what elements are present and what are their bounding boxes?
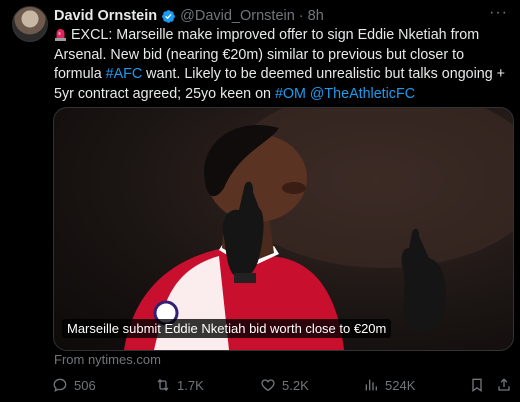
retweet-button[interactable]: 1.7K: [155, 377, 204, 393]
share-button[interactable]: [496, 377, 518, 393]
mention-theathleticfc[interactable]: @TheAthleticFC: [310, 86, 415, 102]
link-source[interactable]: From nytimes.com: [54, 352, 161, 367]
link-card-image[interactable]: [53, 107, 514, 351]
hashtag-om[interactable]: #OM: [275, 86, 306, 102]
bookmark-icon: [472, 378, 482, 392]
retweet-count: 1.7K: [177, 377, 204, 393]
views-icon: [365, 379, 377, 391]
link-card-title[interactable]: Marseille submit Eddie Nketiah bid worth…: [62, 319, 392, 338]
retweet-icon: [157, 379, 169, 391]
player-photo: [124, 108, 513, 350]
heart-icon: [261, 379, 275, 392]
tweet-text: EXCL: Marseille make improved offer to s…: [54, 26, 509, 104]
author-name[interactable]: David Ornstein: [54, 8, 157, 24]
hashtag-afc[interactable]: #AFC: [106, 66, 143, 82]
like-count: 5.2K: [282, 377, 309, 393]
more-options-icon[interactable]: ···: [489, 5, 508, 21]
tweet-time[interactable]: 8h: [308, 8, 324, 24]
share-icon: [498, 378, 510, 391]
like-button[interactable]: 5.2K: [260, 377, 309, 393]
views-button[interactable]: 524K: [363, 377, 415, 393]
bookmark-button[interactable]: [469, 377, 491, 393]
avatar[interactable]: [12, 6, 48, 42]
siren-emoji-icon: [55, 29, 66, 41]
verified-badge-icon: [162, 9, 176, 23]
views-count: 524K: [385, 377, 416, 393]
separator-dot: ·: [298, 8, 304, 24]
author-handle[interactable]: @David_Ornstein: [180, 8, 295, 24]
reply-count: 506: [74, 377, 96, 393]
tweet-actions: 506 1.7K 5.2K 524K: [50, 377, 520, 395]
reply-icon: [53, 378, 67, 392]
tweet-header: David Ornstein @David_Ornstein · 8h: [54, 7, 510, 25]
reply-button[interactable]: 506: [52, 377, 96, 393]
